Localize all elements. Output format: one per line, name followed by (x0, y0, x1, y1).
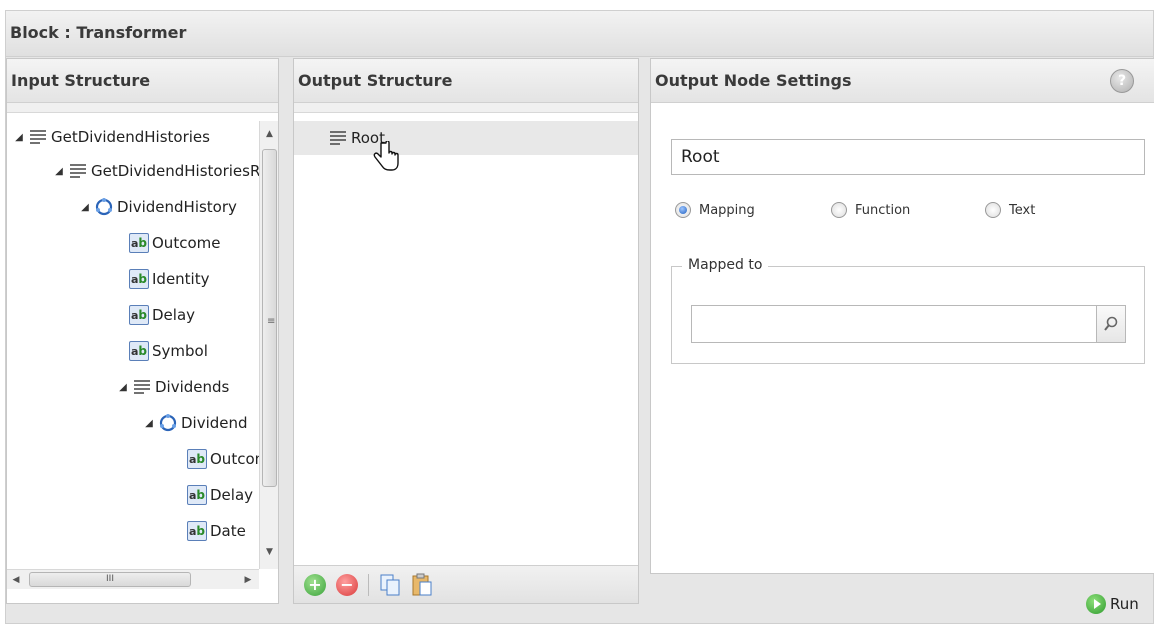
node-name-input[interactable]: Root (671, 139, 1145, 175)
scroll-left-arrow-icon[interactable]: ◀ (7, 571, 25, 589)
attribute-icon: ab (187, 449, 207, 469)
search-button[interactable] (1096, 305, 1126, 343)
radio-function[interactable]: Function (831, 202, 910, 218)
attribute-icon: ab (187, 485, 207, 505)
grip-icon: ≡ (267, 316, 276, 327)
tree-node[interactable]: ab Outcome (187, 445, 259, 473)
output-node-settings-panel: Output Node Settings ? Root Mapping Func… (650, 58, 1154, 574)
output-subbar (294, 103, 638, 113)
help-icon[interactable]: ? (1110, 69, 1134, 93)
mapped-to-input[interactable] (691, 305, 1097, 343)
cycle-icon (159, 414, 177, 432)
tree-node[interactable]: ab Delay (187, 481, 253, 509)
radio-label: Function (855, 202, 911, 218)
input-structure-header: Input Structure (7, 59, 278, 103)
remove-icon[interactable]: − (336, 573, 358, 596)
expand-arrow-icon[interactable]: ◢ (117, 382, 129, 393)
output-tree[interactable]: Root (294, 121, 638, 561)
radio-button[interactable] (985, 202, 1001, 218)
radio-text[interactable]: Text (985, 202, 1035, 218)
tree-node[interactable]: ◢ Dividends (117, 373, 229, 401)
settings-header: Output Node Settings ? (651, 59, 1154, 103)
scroll-thumb[interactable]: ≡ (262, 149, 277, 487)
tree-node-label: Delay (210, 486, 254, 504)
tree-node-label: DividendHistory (117, 198, 237, 216)
tree-node-label: Identity (152, 270, 210, 288)
add-icon[interactable]: + (304, 573, 326, 596)
title-bar: Block : Transformer (6, 11, 1153, 57)
attribute-icon: ab (129, 269, 149, 289)
tree-node-label: Outcome (210, 450, 259, 468)
output-toolbar: + − (294, 565, 638, 603)
tree-node[interactable]: ab Outcome (129, 229, 220, 257)
output-node-root[interactable]: Root (294, 121, 638, 155)
radio-button[interactable] (675, 202, 691, 218)
mapped-to-label: Mapped to (682, 257, 769, 273)
list-icon (30, 130, 46, 144)
tree-node-label: GetDividendHistories (51, 128, 210, 146)
radio-label: Mapping (699, 202, 755, 218)
hand-cursor-icon (373, 141, 399, 171)
run-label: Run (1110, 595, 1139, 613)
scroll-thumb[interactable]: III (29, 572, 191, 587)
scroll-down-arrow-icon[interactable]: ▼ (260, 543, 279, 561)
scroll-right-arrow-icon[interactable]: ▶ (239, 571, 257, 589)
input-tree[interactable]: ◢ GetDividendHistories ◢ GetDividendHist… (7, 121, 259, 569)
run-button[interactable]: Run (1086, 594, 1139, 614)
tree-node[interactable]: ab Identity (129, 265, 210, 293)
input-subbar (7, 103, 278, 113)
settings-title: Output Node Settings (655, 71, 852, 90)
input-structure-title: Input Structure (11, 71, 151, 90)
radio-mapping[interactable]: Mapping (675, 202, 755, 218)
expand-arrow-icon[interactable]: ◢ (143, 418, 155, 429)
expand-arrow-icon[interactable]: ◢ (13, 132, 25, 143)
tree-node[interactable]: ◢ GetDividendHistoriesResult (53, 157, 259, 185)
tree-node[interactable]: ◢ DividendHistory (79, 193, 237, 221)
tree-node-label: Outcome (152, 234, 221, 252)
input-horizontal-scrollbar[interactable]: ◀ III ▶ (7, 569, 259, 589)
tree-node[interactable]: ab Symbol (129, 337, 208, 365)
scroll-up-arrow-icon[interactable]: ▲ (260, 125, 279, 143)
list-icon (70, 164, 86, 178)
attribute-icon: ab (187, 521, 207, 541)
radio-button[interactable] (831, 202, 847, 218)
input-structure-panel: Input Structure ◢ GetDividendHistories ◢… (6, 58, 279, 604)
tree-node-label: Dividend (181, 414, 248, 432)
tree-node[interactable]: ab Date (187, 517, 246, 545)
output-structure-title: Output Structure (298, 71, 453, 90)
transformer-window: Block : Transformer Input Structure ◢ Ge… (5, 10, 1154, 624)
cycle-icon (95, 198, 113, 216)
tree-node-label: GetDividendHistoriesResult (91, 162, 259, 180)
attribute-icon: ab (129, 341, 149, 361)
window-title: Block : Transformer (10, 23, 187, 42)
tree-node[interactable]: ab Delay (129, 301, 195, 329)
output-structure-panel: Output Structure Root + − (293, 58, 639, 604)
attribute-icon: ab (129, 305, 149, 325)
tree-node[interactable]: ◢ GetDividendHistories (13, 123, 210, 151)
tree-node-label: Symbol (152, 342, 208, 360)
paste-icon[interactable] (411, 573, 433, 597)
radio-label: Text (1009, 202, 1036, 218)
copy-icon[interactable] (379, 573, 401, 597)
tree-node-label: Dividends (155, 378, 230, 396)
tree-node[interactable]: ◢ Dividend (143, 409, 248, 437)
run-icon (1086, 594, 1106, 614)
tree-node-label: Date (210, 522, 246, 540)
mapped-to-fieldset: Mapped to (671, 257, 1145, 364)
tree-node-label: Delay (152, 306, 196, 324)
list-icon (330, 131, 346, 145)
output-structure-header: Output Structure (294, 59, 638, 103)
search-icon (1104, 316, 1118, 331)
expand-arrow-icon[interactable]: ◢ (79, 202, 91, 213)
list-icon (134, 380, 150, 394)
attribute-icon: ab (129, 233, 149, 253)
expand-arrow-icon[interactable]: ◢ (53, 166, 65, 177)
toolbar-divider (368, 573, 369, 596)
input-vertical-scrollbar[interactable]: ▲ ≡ ▼ (259, 121, 278, 569)
